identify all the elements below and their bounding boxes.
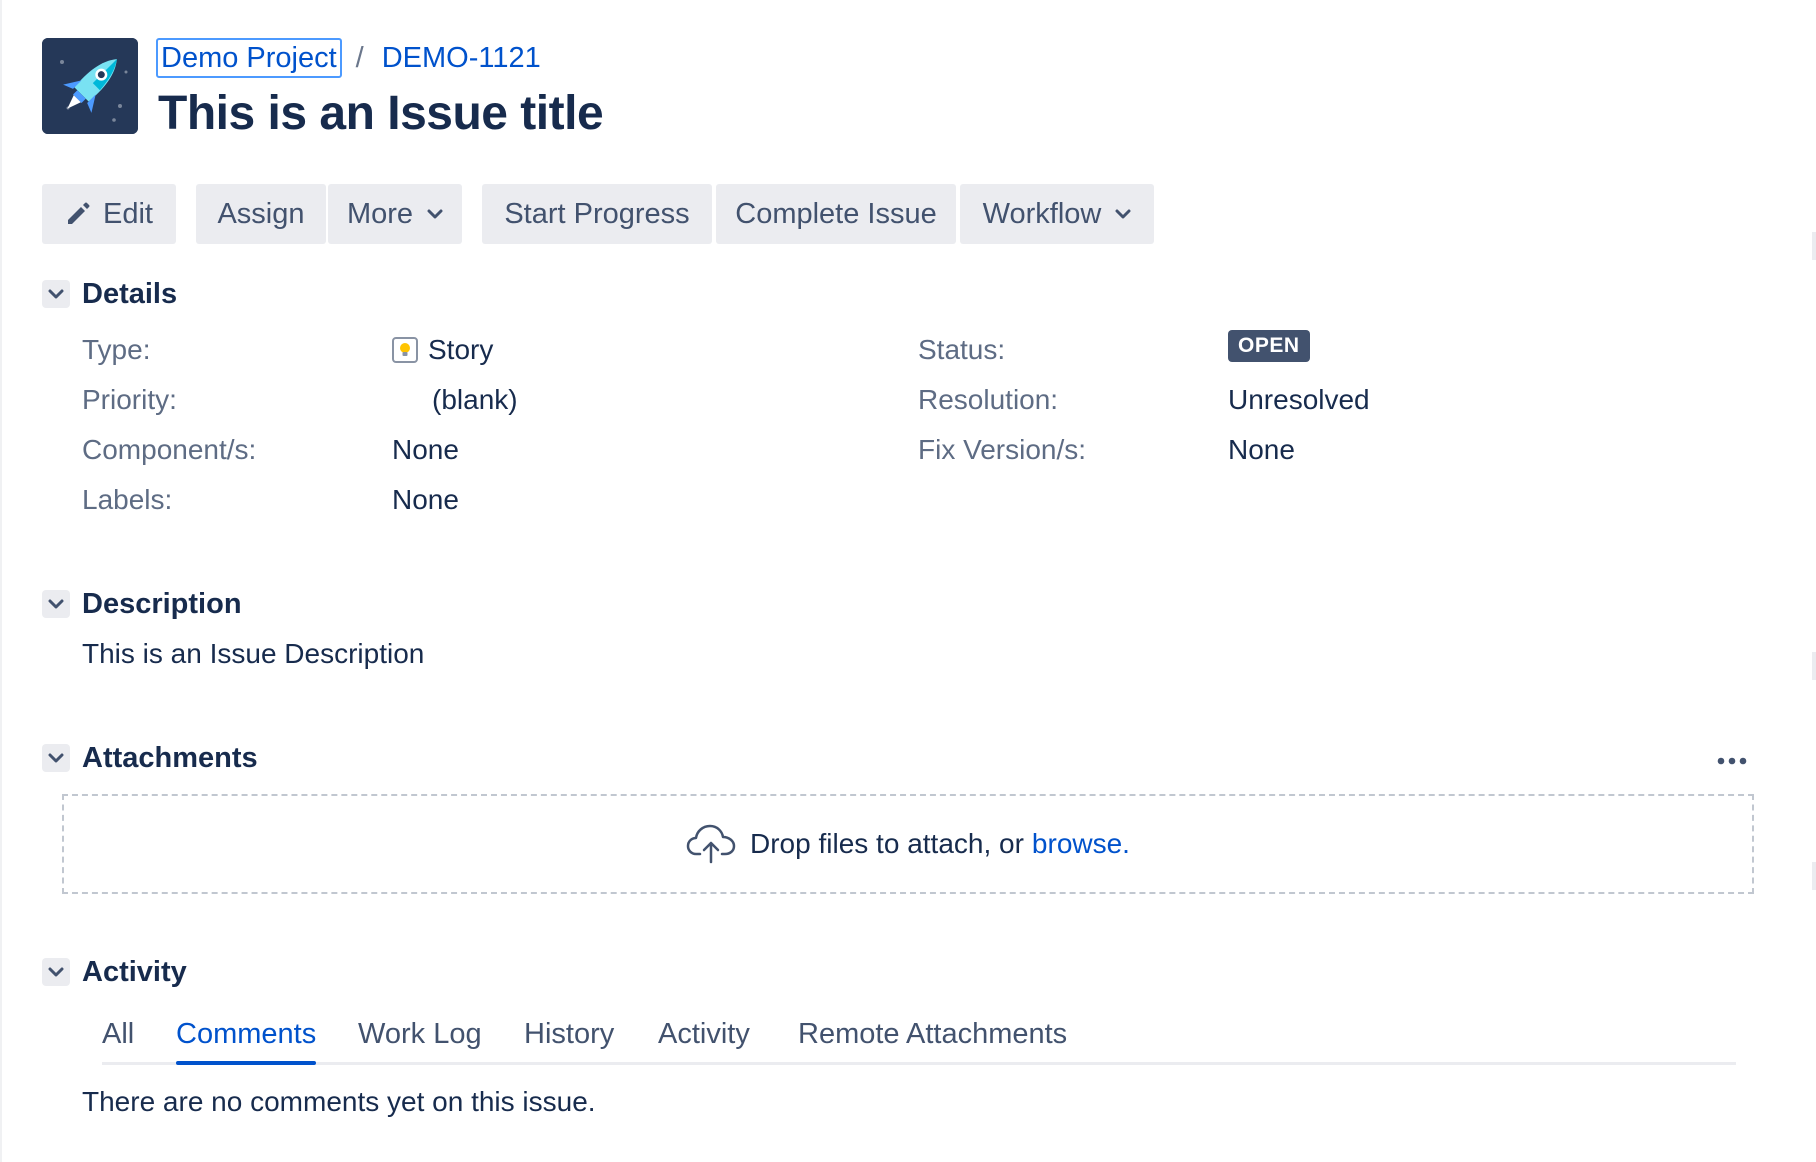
activity-tabs: All Comments Work Log History Activity R… — [102, 1010, 1736, 1065]
activity-title: Activity — [82, 955, 187, 988]
start-progress-label: Start Progress — [504, 197, 690, 230]
fix-versions-value-text: None — [1228, 434, 1295, 465]
breadcrumb-issue-key-link[interactable]: DEMO-1121 — [382, 42, 541, 75]
type-value: Story — [392, 330, 493, 370]
components-value: None — [392, 430, 459, 470]
chevron-down-icon — [48, 599, 64, 609]
type-label: Type: — [82, 334, 151, 365]
type-value-text: Story — [428, 334, 494, 365]
labels-value: None — [392, 480, 459, 520]
complete-issue-label: Complete Issue — [735, 197, 937, 230]
scroll-marker — [1812, 652, 1816, 680]
activity-toggle[interactable] — [42, 958, 70, 986]
assign-button-label: Assign — [217, 197, 305, 230]
lightbulb-icon — [392, 337, 418, 363]
start-progress-button[interactable]: Start Progress — [482, 184, 712, 244]
labels-value-text: None — [392, 484, 459, 515]
status-label: Status: — [918, 334, 1006, 365]
description-section-header: Description — [42, 586, 242, 622]
details-section-header: Details — [42, 276, 177, 312]
status-badge[interactable]: OPEN — [1228, 330, 1310, 362]
attachments-title: Attachments — [82, 741, 258, 774]
chevron-down-icon — [48, 753, 64, 763]
assign-button[interactable]: Assign — [196, 184, 326, 244]
chevron-down-icon — [427, 208, 443, 220]
dropzone-text: Drop files to attach, or — [750, 828, 1024, 859]
resolution-value-text: Unresolved — [1228, 384, 1370, 415]
pencil-icon — [65, 201, 91, 227]
description-title: Description — [82, 587, 242, 620]
cloud-upload-icon — [686, 824, 736, 864]
attachments-more-button[interactable] — [1712, 746, 1752, 776]
empty-comments-message: There are no comments yet on this issue. — [82, 1086, 596, 1117]
resolution-value: Unresolved — [1228, 380, 1370, 420]
project-avatar[interactable] — [42, 38, 138, 134]
attachments-toggle[interactable] — [42, 744, 70, 772]
edit-button-label: Edit — [103, 197, 153, 230]
tab-all[interactable]: All — [102, 1010, 134, 1058]
labels-label: Labels: — [82, 484, 173, 515]
issue-view-page: Demo Project / DEMO-1121 This is an Issu… — [0, 0, 1816, 1162]
tab-remote-attachments[interactable]: Remote Attachments — [798, 1010, 1067, 1058]
attachment-dropzone[interactable]: Drop files to attach, or browse. — [62, 794, 1754, 894]
tab-activity[interactable]: Activity — [658, 1010, 750, 1058]
priority-label: Priority: — [82, 384, 177, 415]
tab-work-log[interactable]: Work Log — [358, 1010, 482, 1058]
more-button-label: More — [346, 197, 414, 230]
attachments-section-header: Attachments — [42, 740, 258, 776]
breadcrumb: Demo Project / DEMO-1121 — [156, 38, 541, 78]
resolution-label: Resolution: — [918, 384, 1059, 415]
rocket-icon — [42, 38, 138, 134]
scroll-marker — [1812, 232, 1816, 260]
status-value: OPEN — [1228, 330, 1310, 362]
tab-history[interactable]: History — [524, 1010, 614, 1058]
chevron-down-icon — [48, 289, 64, 299]
fix-versions-label: Fix Version/s: — [918, 434, 1087, 465]
fix-versions-value: None — [1228, 430, 1295, 470]
more-dropdown-button[interactable]: More — [328, 184, 462, 244]
priority-value-text: (blank) — [432, 384, 518, 415]
details-title: Details — [82, 277, 178, 310]
components-value-text: None — [392, 434, 459, 465]
edit-button[interactable]: Edit — [42, 184, 176, 244]
scroll-marker — [1812, 862, 1816, 890]
components-label: Component/s: — [82, 434, 257, 465]
chevron-down-icon — [1115, 208, 1131, 220]
more-horizontal-icon — [1717, 757, 1747, 765]
browse-link[interactable]: browse. — [1032, 828, 1130, 860]
complete-issue-button[interactable]: Complete Issue — [716, 184, 956, 244]
tab-comments[interactable]: Comments — [176, 1010, 317, 1065]
breadcrumb-separator: / — [355, 41, 364, 74]
breadcrumb-project-link[interactable]: Demo Project — [156, 38, 342, 78]
left-border — [0, 0, 2, 1162]
chevron-down-icon — [48, 967, 64, 977]
issue-title[interactable]: This is an Issue title — [158, 82, 604, 146]
workflow-dropdown-button[interactable]: Workflow — [960, 184, 1154, 244]
activity-section-header: Activity — [42, 954, 187, 990]
description-toggle[interactable] — [42, 590, 70, 618]
description-text[interactable]: This is an Issue Description — [82, 634, 424, 674]
details-toggle[interactable] — [42, 280, 70, 308]
workflow-button-label: Workflow — [982, 197, 1102, 230]
priority-value: (blank) — [432, 380, 518, 420]
